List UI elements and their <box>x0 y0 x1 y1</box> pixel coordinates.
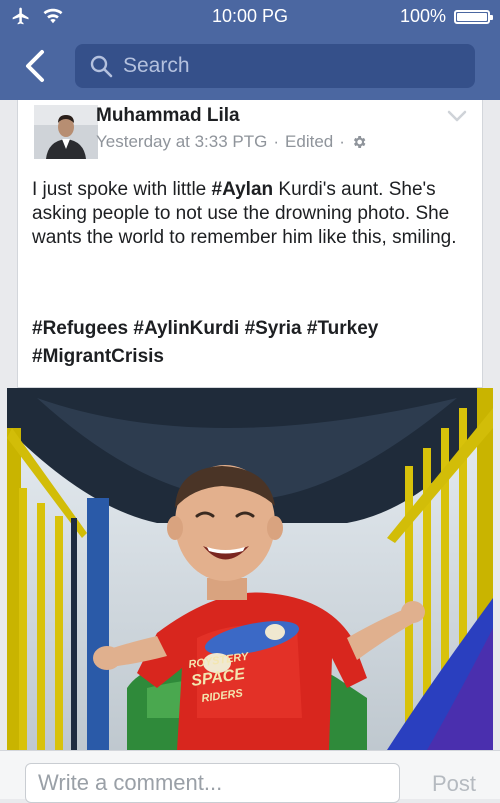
magnifier-icon <box>90 55 113 78</box>
hashtag-link[interactable]: #Refugees #AylinKurdi #Syria #Turkey <box>32 315 472 343</box>
back-button[interactable] <box>18 46 54 86</box>
post-meta: Yesterday at 3:33 PTG · Edited · <box>96 132 367 152</box>
status-icons-right: 100% <box>399 6 493 27</box>
post-hashtags: #Refugees #AylinKurdi #Syria #Turkey #Mi… <box>32 315 472 371</box>
post-card: Muhammad Lila Yesterday at 3:33 PTG · Ed… <box>17 100 483 388</box>
photo-child-smiling: ROYSTERY SPACE RIDERS <box>7 388 493 750</box>
avatar[interactable] <box>34 105 98 159</box>
comment-input[interactable]: Write a comment... <box>25 763 400 803</box>
search-placeholder: Search <box>123 54 190 77</box>
battery-percentage: 100% <box>399 6 446 26</box>
nav-bar: Search <box>0 34 500 100</box>
post-message: I just spoke with little #Aylan Kurdi's … <box>32 178 472 250</box>
post-timestamp[interactable]: Yesterday at 3:33 PTG <box>96 132 267 152</box>
meta-separator: · <box>339 132 345 151</box>
battery-icon <box>454 9 493 24</box>
edited-label[interactable]: Edited <box>285 132 333 152</box>
author-name[interactable]: Muhammad Lila <box>96 105 240 127</box>
search-input[interactable]: Search <box>75 44 475 88</box>
post-comment-button[interactable]: Post <box>432 771 476 797</box>
gear-icon <box>353 136 366 148</box>
post-photo[interactable]: ROYSTERY SPACE RIDERS <box>7 388 493 750</box>
meta-separator: · <box>273 132 280 151</box>
message-text: I just spoke with little <box>32 179 212 200</box>
profile-photo <box>34 105 98 159</box>
hashtag-link[interactable]: #MigrantCrisis <box>32 343 472 371</box>
chevron-down-icon[interactable] <box>446 108 468 124</box>
hashtag-link[interactable]: #Aylan <box>212 179 274 200</box>
chevron-left-icon <box>26 50 44 82</box>
status-bar: 10:00 PG 100% <box>0 0 500 34</box>
comment-bar: Write a comment... Post <box>0 750 500 803</box>
